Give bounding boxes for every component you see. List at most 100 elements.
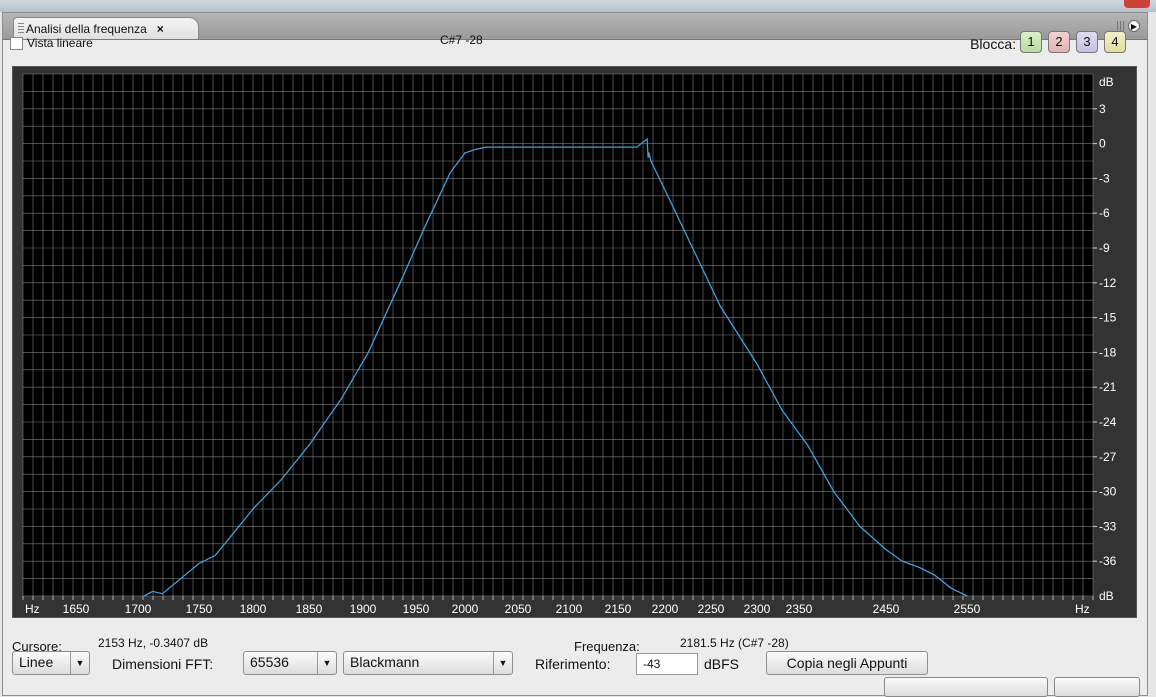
spectrum-point [648,152,650,154]
lock-button-2[interactable]: 2 [1048,31,1070,53]
spectrum-point [901,560,903,562]
spectrum-point [152,590,154,592]
spectrum-point [161,593,163,595]
spectrum-point [340,398,342,400]
x-tick-label: 2200 [652,602,679,616]
spectrum-point [917,566,920,568]
x-unit-label-right: Hz [1075,602,1090,616]
spectrum-point [475,148,477,150]
flyout-arrow-icon: ▶ [1128,20,1140,32]
spectrum-point [214,554,216,556]
window-type-dropdown[interactable]: Blackmann ▼ [343,651,513,675]
chevron-down-icon: ▼ [493,652,512,674]
x-tick-label: 1850 [296,602,323,616]
x-tick-label: 2150 [605,602,632,616]
y-tick-label: -33 [1099,519,1117,533]
x-tick-label: 2050 [505,602,532,616]
x-tick-label: 1950 [403,602,430,616]
spectrum-point [230,535,232,537]
linear-view-checkbox[interactable] [10,36,23,50]
spectrum-point [464,152,466,154]
spectrum-point [367,351,369,353]
spectrum-point [180,578,182,580]
x-tick-label: 2350 [786,602,813,616]
spectrum-point [143,595,145,597]
display-mode-dropdown[interactable]: Linee ▼ [12,651,90,675]
y-tick-label: -24 [1099,415,1117,429]
y-tick-label: 3 [1099,102,1106,116]
spectrum-point [650,160,652,162]
x-unit-label-left: Hz [25,602,40,616]
y-tick-label: -3 [1099,171,1110,185]
spectrum-point [425,224,427,226]
chevron-down-icon: ▼ [70,652,89,674]
tab-title: Analisi della frequenza [26,21,147,36]
frequency-graph[interactable]: 3 0 -3 -6 -9 -12 -15 -18 -21 -24 -27 -30 -33 -36 dB dB H… [12,66,1137,618]
x-tick-label: 1800 [240,602,267,616]
copy-to-clipboard-button[interactable]: Copia negli Appunti [766,651,928,675]
reference-input[interactable]: -43 [636,653,698,675]
y-tick-label: -18 [1099,345,1117,359]
reference-label: Riferimento: [535,656,611,672]
y-unit-label-bottom: dB [1099,589,1114,603]
spectrum-point [934,574,936,576]
spectrum-point [636,146,638,148]
lock-button-4[interactable]: 4 [1104,31,1126,53]
linear-view-toggle[interactable]: Vista lineare [10,36,93,50]
grip-icon [18,22,24,35]
x-tick-label: 2450 [873,602,900,616]
frequency-label: Frequenza: [574,639,640,654]
spectrum-point [399,282,401,284]
cursor-value: 2153 Hz, -0.3407 dB [98,636,209,650]
spectrum-point [807,444,809,446]
lock-button-3[interactable]: 3 [1076,31,1098,53]
spectrum-point [449,172,451,174]
x-tick-label: 2100 [556,602,583,616]
spectrum-point [647,156,649,159]
fft-size-value: 65536 [250,654,289,670]
title-strip [0,0,1156,12]
spectrum-point [308,444,310,446]
x-tick-label: 2250 [698,602,725,616]
spectrum-point [252,508,254,510]
fft-size-label: Dimensioni FFT: [112,656,214,672]
spectrum-point [966,595,968,597]
chevron-down-icon: ▼ [317,652,336,674]
x-tick-label: 1750 [186,602,213,616]
reference-unit: dBFS [704,656,740,672]
display-mode-value: Linee [19,654,54,670]
frequency-value: 2181.5 Hz (C#7 -28) [680,636,789,650]
spectrum-point [280,479,282,481]
y-tick-label: -30 [1099,485,1117,499]
spectrum-point [719,305,721,307]
x-tick-label: 1650 [63,602,90,616]
lock-label: Blocca: [970,36,1016,52]
linear-view-label: Vista lineare [27,36,93,50]
lock-button-1[interactable]: 1 [1020,31,1042,53]
fft-size-dropdown[interactable]: 65536 ▼ [243,651,337,675]
window-close-corner[interactable] [1124,0,1150,8]
bottom-button-right[interactable] [1054,677,1140,697]
spectrum-point [781,409,783,411]
spectrum-point [198,562,200,565]
note-readout: C#7 -28 [440,33,483,47]
y-tick-label: -12 [1099,276,1117,290]
spectrum-point [664,189,666,191]
spectrum-point [692,247,694,249]
x-tick-label: 2000 [452,602,479,616]
close-icon[interactable]: × [157,22,164,36]
bottom-button-left[interactable] [884,677,1048,697]
x-tick-label: 1700 [125,602,152,616]
y-tick-label: 0 [1099,137,1106,151]
y-tick-label: -21 [1099,380,1117,394]
y-tick-label: -27 [1099,450,1117,464]
spectrum-point [756,363,758,365]
window-type-value: Blackmann [350,654,420,670]
y-tick-label: -36 [1099,554,1117,568]
x-tick-label: 2550 [954,602,981,616]
spectrum-point [485,146,487,148]
spectrum-point [568,146,570,148]
y-unit-label-top: dB [1099,75,1114,89]
spectrum-chart[interactable]: 3 0 -3 -6 -9 -12 -15 -18 -21 -24 -27 -30 -33 -36 dB dB H… [13,67,1136,617]
x-tick-label: 2300 [744,602,771,616]
